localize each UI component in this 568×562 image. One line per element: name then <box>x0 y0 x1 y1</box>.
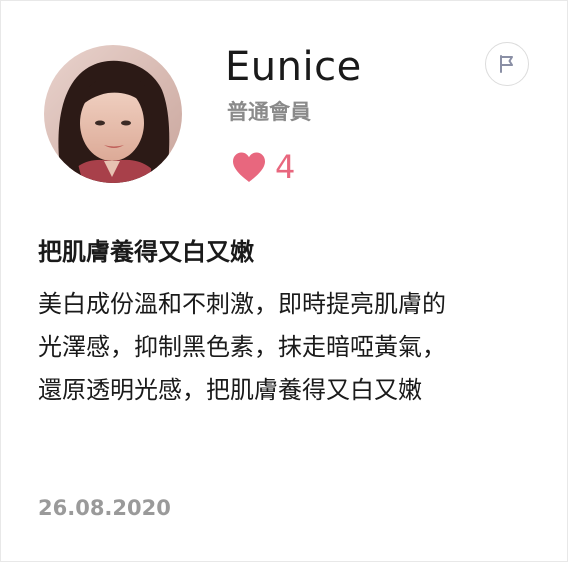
review-body: 美白成份溫和不刺激，即時提亮肌膚的 光澤感，抑制黑色素，抹走暗啞黃氣， 還原透明… <box>38 283 538 412</box>
heart-icon <box>233 152 265 182</box>
avatar[interactable] <box>44 45 182 183</box>
review-date: 26.08.2020 <box>38 496 171 520</box>
review-body-line: 還原透明光感，把肌膚養得又白又嫩 <box>38 376 422 404</box>
member-level: 普通會員 <box>227 100 311 124</box>
review-body-line: 光澤感，抑制黑色素，抹走暗啞黃氣， <box>38 333 446 361</box>
review-body-line: 美白成份溫和不刺激，即時提亮肌膚的 <box>38 290 446 318</box>
flag-icon <box>500 55 513 73</box>
review-card: Eunice 普通會員 4 把肌膚養得又白又嫩 美白成份溫和不刺激，即時提亮肌膚… <box>0 0 568 562</box>
username: Eunice <box>225 44 362 90</box>
like-count: 4 <box>275 148 296 186</box>
review-title: 把肌膚養得又白又嫩 <box>38 238 254 266</box>
avatar-photo <box>44 45 182 183</box>
report-button[interactable] <box>485 42 529 86</box>
like-button[interactable]: 4 <box>231 149 295 185</box>
